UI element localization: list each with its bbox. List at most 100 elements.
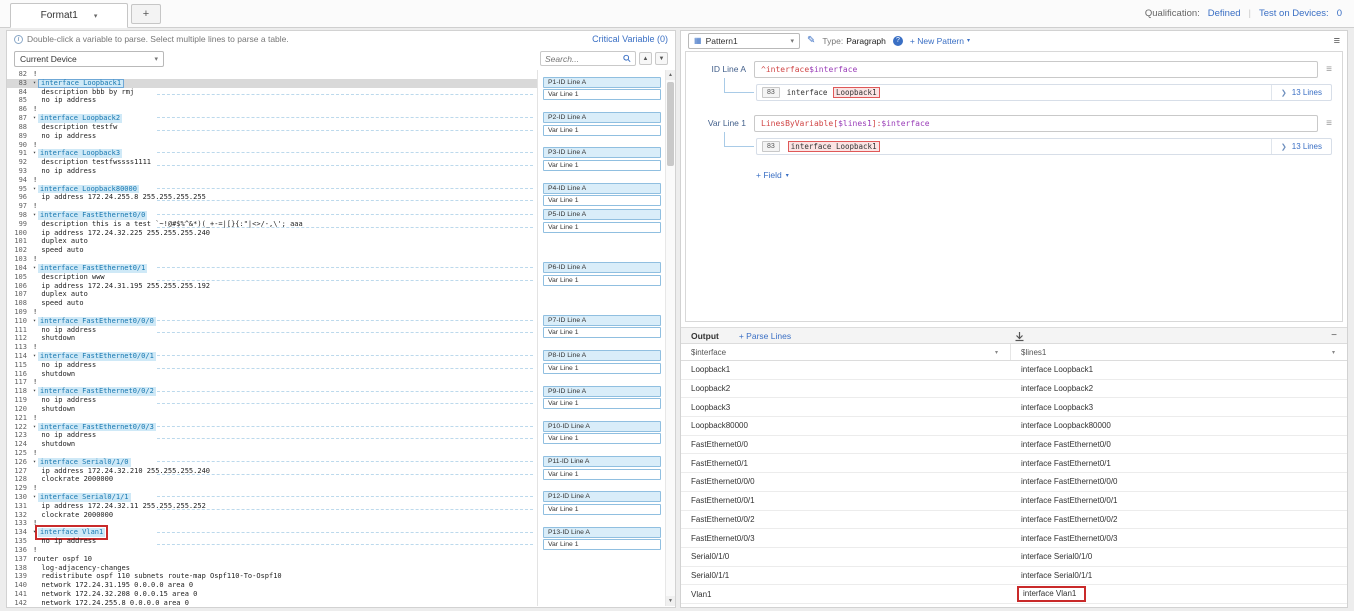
pattern-marker-var[interactable]: Var Line 1	[543, 160, 661, 171]
pattern-selector[interactable]: ▦ Pattern1 ▾	[688, 33, 800, 49]
fold-icon[interactable]: ▾	[33, 211, 36, 220]
code-line-115[interactable]: 115 no ip address	[7, 361, 537, 370]
code-line-122[interactable]: 122▾interface FastEthernet0/0/3	[7, 423, 537, 432]
code-line-140[interactable]: 140 network 172.24.31.195 0.0.0.0 area 0	[7, 581, 537, 590]
code-line-105[interactable]: 105 description www	[7, 273, 537, 282]
code-line-99[interactable]: 99 description this is a test `~!@#$%^&*…	[7, 220, 537, 229]
tab-format1[interactable]: Format1 ▾	[10, 3, 128, 28]
code-line-131[interactable]: 131 ip address 172.24.32.11 255.255.255.…	[7, 502, 537, 511]
qualification-value-link[interactable]: Defined	[1208, 8, 1241, 19]
code-line-117[interactable]: 117!	[7, 378, 537, 387]
search-prev-button[interactable]: ▲	[639, 52, 652, 65]
expand-lines-link[interactable]: ❯ 13 Lines	[1271, 85, 1331, 100]
code-line-92[interactable]: 92 description testfwssss1111	[7, 158, 537, 167]
output-table-row[interactable]: Loopback80000interface Loopback80000	[681, 417, 1347, 436]
code-line-83[interactable]: 83▾interface Loopback1	[7, 79, 537, 88]
interface-variable[interactable]: interface Serial0/1/1	[38, 493, 131, 502]
code-line-124[interactable]: 124 shutdown	[7, 440, 537, 449]
output-table-row[interactable]: FastEthernet0/0interface FastEthernet0/0	[681, 436, 1347, 455]
code-line-98[interactable]: 98▾interface FastEthernet0/0	[7, 211, 537, 220]
help-icon[interactable]: ?	[893, 36, 903, 46]
code-line-141[interactable]: 141 network 172.24.32.208 0.0.0.15 area …	[7, 590, 537, 599]
output-table-row[interactable]: FastEthernet0/0/1interface FastEthernet0…	[681, 492, 1347, 511]
output-table-row[interactable]: FastEthernet0/0/2interface FastEthernet0…	[681, 511, 1347, 530]
pattern-marker-id[interactable]: P8-ID Line A	[543, 350, 661, 361]
interface-variable[interactable]: interface Serial0/1/0	[38, 458, 131, 467]
code-line-100[interactable]: 100 ip address 172.24.32.225 255.255.255…	[7, 229, 537, 238]
collapse-output-icon[interactable]: −	[1331, 330, 1337, 341]
code-line-89[interactable]: 89 no ip address	[7, 132, 537, 141]
pattern-marker-var[interactable]: Var Line 1	[543, 125, 661, 136]
fold-icon[interactable]: ▾	[33, 79, 36, 88]
code-line-134[interactable]: 134▾interface Vlan1	[7, 528, 537, 537]
output-table-row[interactable]: Vlan1interface Vlan1	[681, 585, 1347, 604]
code-line-127[interactable]: 127 ip address 172.24.32.210 255.255.255…	[7, 467, 537, 476]
code-line-88[interactable]: 88 description testfw	[7, 123, 537, 132]
pattern-marker-var[interactable]: Var Line 1	[543, 469, 661, 480]
pattern-marker-var[interactable]: Var Line 1	[543, 433, 661, 444]
code-line-102[interactable]: 102 speed auto	[7, 246, 537, 255]
code-line-135[interactable]: 135 no ip address	[7, 537, 537, 546]
output-table-row[interactable]: Serial0/1/0interface Serial0/1/0	[681, 548, 1347, 567]
pattern-marker-id[interactable]: P12-ID Line A	[543, 491, 661, 502]
code-line-112[interactable]: 112 shutdown	[7, 334, 537, 343]
code-line-142[interactable]: 142 network 172.24.255.8 0.0.0.0 area 0	[7, 599, 537, 606]
output-table-row[interactable]: FastEthernet0/0/0interface FastEthernet0…	[681, 473, 1347, 492]
code-line-118[interactable]: 118▾interface FastEthernet0/0/2	[7, 387, 537, 396]
fold-icon[interactable]: ▾	[33, 423, 36, 432]
code-line-138[interactable]: 138 log-adjacency-changes	[7, 564, 537, 573]
code-line-137[interactable]: 137router ospf 10	[7, 555, 537, 564]
code-line-114[interactable]: 114▾interface FastEthernet0/0/1	[7, 352, 537, 361]
code-line-121[interactable]: 121!	[7, 414, 537, 423]
output-table-row[interactable]: FastEthernet0/0/3interface FastEthernet0…	[681, 529, 1347, 548]
code-scrollbar[interactable]: ▲ ▼	[665, 70, 675, 606]
pattern-marker-var[interactable]: Var Line 1	[543, 275, 661, 286]
interface-variable[interactable]: interface FastEthernet0/0	[38, 211, 147, 220]
new-pattern-link[interactable]: + New Pattern ▾	[910, 36, 970, 46]
code-line-111[interactable]: 111 no ip address	[7, 326, 537, 335]
column-header-lines1[interactable]: $lines1 ▾	[1011, 344, 1347, 360]
code-line-96[interactable]: 96 ip address 172.24.255.8 255.255.255.2…	[7, 193, 537, 202]
code-line-139[interactable]: 139 redistribute ospf 110 subnets route-…	[7, 572, 537, 581]
fold-icon[interactable]: ▾	[33, 352, 36, 361]
add-format-tab-button[interactable]: +	[131, 4, 161, 24]
code-line-86[interactable]: 86!	[7, 105, 537, 114]
pattern-marker-id[interactable]: P4-ID Line A	[543, 183, 661, 194]
code-line-82[interactable]: 82!	[7, 70, 537, 79]
chevron-down-icon[interactable]: ▾	[94, 12, 98, 20]
pattern-marker-id[interactable]: P3-ID Line A	[543, 147, 661, 158]
pattern-marker-var[interactable]: Var Line 1	[543, 222, 661, 233]
interface-variable[interactable]: interface FastEthernet0/0/1	[38, 352, 156, 361]
pattern-marker-var[interactable]: Var Line 1	[543, 504, 661, 515]
config-code-area[interactable]: 82!83▾interface Loopback184 description …	[7, 70, 537, 606]
panel-menu-icon[interactable]: ≡	[1334, 35, 1340, 47]
parse-lines-link[interactable]: + Parse Lines	[739, 331, 791, 341]
column-header-interface[interactable]: $interface ▾	[681, 344, 1011, 360]
fold-icon[interactable]: ▾	[33, 264, 36, 273]
test-on-devices-label[interactable]: Test on Devices:	[1259, 8, 1329, 19]
fold-icon[interactable]: ▾	[33, 114, 36, 123]
pattern-marker-var[interactable]: Var Line 1	[543, 363, 661, 374]
fold-icon[interactable]: ▾	[33, 387, 36, 396]
pattern-marker-id[interactable]: P7-ID Line A	[543, 315, 661, 326]
code-line-97[interactable]: 97!	[7, 202, 537, 211]
search-input[interactable]	[545, 54, 623, 64]
var-line-input[interactable]: LinesByVariable[$lines1]:$interface	[754, 115, 1318, 132]
scroll-thumb[interactable]	[667, 82, 674, 166]
code-line-123[interactable]: 123 no ip address	[7, 431, 537, 440]
code-line-136[interactable]: 136!	[7, 546, 537, 555]
pattern-marker-var[interactable]: Var Line 1	[543, 398, 661, 409]
pattern-marker-id[interactable]: P1-ID Line A	[543, 77, 661, 88]
search-icon[interactable]	[623, 54, 631, 63]
search-next-button[interactable]: ▼	[655, 52, 668, 65]
chevron-down-icon[interactable]: ▾	[995, 349, 1010, 356]
pattern-marker-var[interactable]: Var Line 1	[543, 195, 661, 206]
add-field-link[interactable]: + Field ▾	[756, 170, 789, 180]
code-line-108[interactable]: 108 speed auto	[7, 299, 537, 308]
interface-variable[interactable]: interface FastEthernet0/0/0	[38, 317, 156, 326]
code-line-106[interactable]: 106 ip address 172.24.31.195 255.255.255…	[7, 282, 537, 291]
scroll-up-button[interactable]: ▲	[666, 70, 675, 80]
code-line-116[interactable]: 116 shutdown	[7, 370, 537, 379]
pattern-marker-id[interactable]: P9-ID Line A	[543, 386, 661, 397]
code-line-129[interactable]: 129!	[7, 484, 537, 493]
